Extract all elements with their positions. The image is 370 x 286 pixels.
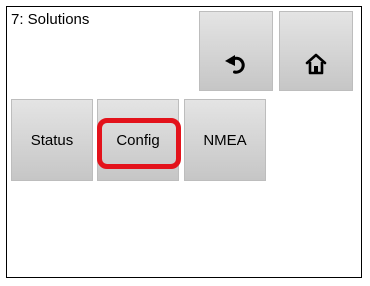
- home-button[interactable]: [279, 11, 353, 91]
- device-screen: 7: Solutions Status Config NMEA: [6, 6, 362, 278]
- config-highlight-box: [97, 118, 181, 169]
- back-button[interactable]: [199, 11, 273, 91]
- home-icon: [304, 52, 328, 76]
- status-button-label: Status: [30, 131, 74, 149]
- nmea-button[interactable]: NMEA: [184, 99, 266, 181]
- status-button[interactable]: Status: [11, 99, 93, 181]
- undo-arrow-icon: [224, 52, 248, 76]
- nmea-button-label: NMEA: [203, 131, 247, 149]
- screen-title: 7: Solutions: [11, 11, 90, 28]
